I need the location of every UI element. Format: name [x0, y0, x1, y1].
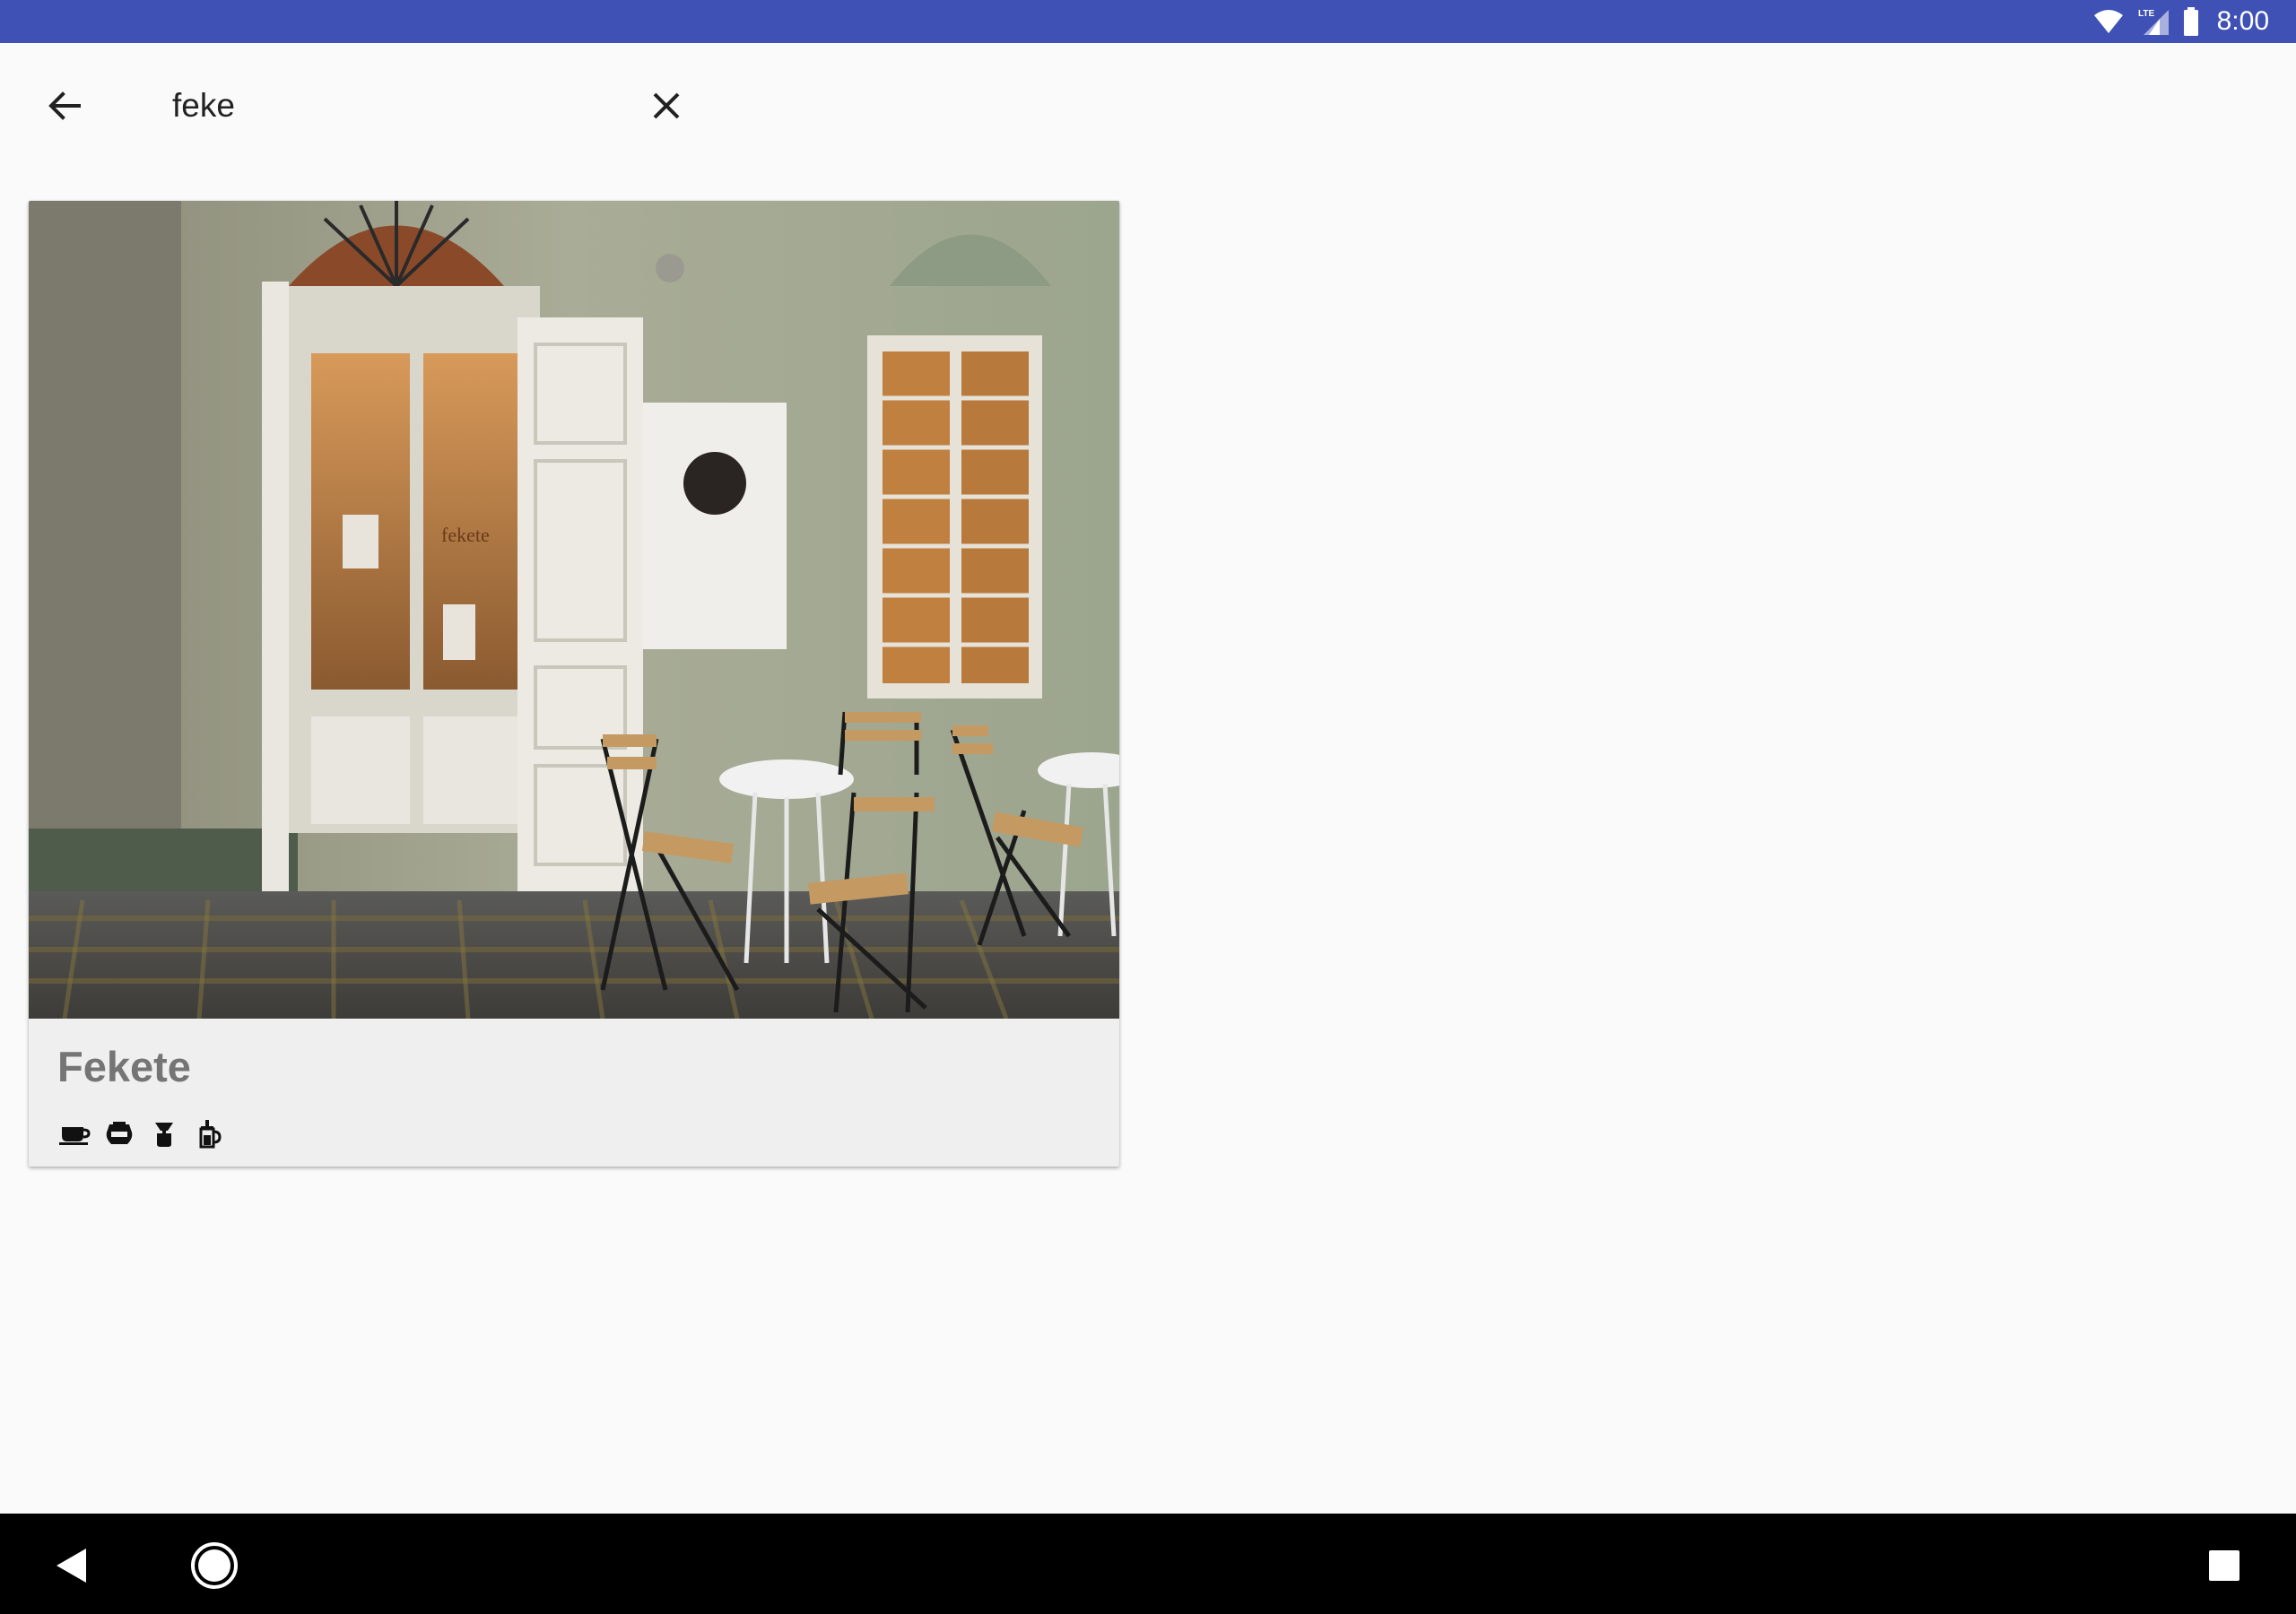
nav-recents-button[interactable] — [2188, 1530, 2260, 1601]
french-press-icon — [192, 1118, 226, 1150]
cafe-photo: fekete — [29, 201, 1119, 1019]
home-circle-icon — [191, 1542, 238, 1589]
recents-square-icon — [2209, 1550, 2239, 1581]
coffee-pot-icon — [102, 1118, 136, 1150]
search-toolbar — [0, 43, 2296, 158]
door-sign-text: fekete — [441, 524, 490, 546]
back-triangle-icon — [57, 1549, 86, 1583]
brew-method-icons — [57, 1118, 226, 1150]
search-input[interactable] — [172, 79, 621, 133]
cafe-photo-illustration: fekete — [29, 201, 1119, 1019]
navigation-bar — [0, 1514, 2296, 1614]
status-time: 8:00 — [2216, 6, 2269, 36]
status-bar: LTE 8:00 — [0, 0, 2296, 43]
battery-icon — [2183, 7, 2198, 36]
result-card[interactable]: fekete Fekete — [29, 201, 1119, 1167]
back-button[interactable] — [36, 77, 93, 134]
nav-home-button[interactable] — [178, 1530, 250, 1601]
result-title: Fekete — [57, 1043, 191, 1090]
nav-back-button[interactable] — [36, 1530, 108, 1601]
status-icons: LTE 8:00 — [2093, 0, 2269, 43]
arrow-left-icon — [48, 91, 81, 120]
clear-search-button[interactable] — [638, 77, 695, 134]
wifi-icon — [2093, 10, 2123, 33]
espresso-cup-icon — [57, 1118, 91, 1150]
cellular-lte-icon: LTE — [2138, 9, 2169, 35]
close-icon — [653, 92, 680, 119]
lte-label: LTE — [2138, 9, 2154, 19]
pour-over-icon — [147, 1118, 181, 1150]
